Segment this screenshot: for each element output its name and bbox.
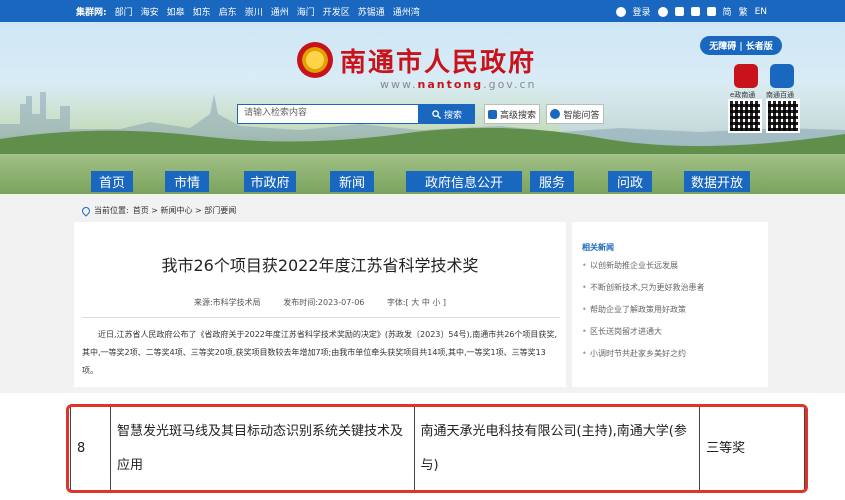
advanced-search-button[interactable]: 高级搜索 [484,104,540,124]
nav-services[interactable]: 服务 [530,171,574,192]
print-icon[interactable] [706,7,716,16]
region-link-haimen[interactable]: 海门 [297,5,315,18]
location-icon [80,204,92,217]
nav-consult[interactable]: 问政 [608,171,652,192]
qr-code-icon [728,99,762,133]
nav-home[interactable]: 首页 [91,171,133,192]
region-link-kaifaqu[interactable]: 开发区 [323,5,350,18]
national-emblem-icon [297,42,333,78]
nav-gov-info[interactable]: 政府信息公开 [406,171,522,192]
search-button[interactable]: 搜索 [419,104,475,124]
highlight-box [66,404,808,493]
award-table-crop: 8 智慧发光斑马线及其目标动态识别系统关键技术及应用 南通天承光电科技有限公司(… [0,393,845,500]
article-date: 发布时间:2023-07-06 [283,298,365,307]
nav-city-info[interactable]: 市情 [165,171,209,192]
nantong-baitong-app-icon[interactable] [770,64,794,88]
article-body: 近日,江苏省人民政府公布了《省政府关于2022年度江苏省科学技术奖励的决定》(苏… [82,330,557,375]
wechat-icon[interactable] [657,6,668,17]
user-tools: 登录 简 繁 EN [615,5,767,18]
accessibility-button[interactable]: 无障碍 | 长者版 [700,36,782,55]
region-link-tongzhou[interactable]: 通州 [271,5,289,18]
site-title[interactable]: 南通市人民政府 [340,42,536,79]
article-panel: 我市26个项目获2022年度江苏省科学技术奖 来源:市科学技术局 发布时间:20… [74,222,566,387]
advanced-search-icon [487,109,497,119]
region-link-dept[interactable]: 部门 [115,5,133,18]
region-link-suxitong[interactable]: 苏锡通 [358,5,385,18]
nav-news[interactable]: 新闻 [330,171,374,192]
article-meta: 来源:市科学技术局 发布时间:2023-07-06 字体:[ 大 中 小 ] [74,297,566,308]
breadcrumb: 当前位置: 首页 > 新闻中心 > 部门要闻 [80,204,237,217]
region-link-rudong[interactable]: 如东 [193,5,211,18]
related-news-item[interactable]: 帮助企业了解政策用好政策 [582,303,760,317]
related-news-item[interactable]: 小调时节共赴家乡美好之约 [582,347,760,361]
lang-simplified[interactable]: 简 [723,5,732,18]
search-input[interactable]: 请输入检索内容 [237,104,419,124]
related-news-item[interactable]: 以创新助推企业长远发展 [582,259,760,273]
top-bar: 集群网: 部门 海安 如皋 如东 启东 崇川 通州 海门 开发区 苏锡通 通州湾… [0,0,845,22]
search-icon [432,109,441,119]
divider [82,317,560,318]
related-news-panel: 相关新闻 以创新助推企业长远发展 不断创新技术,只为更好救治患者 帮助企业了解政… [572,222,768,387]
related-news-list: 以创新助推企业长远发展 不断创新技术,只为更好救治患者 帮助企业了解政策用好政策… [582,259,760,369]
main-nav: 首页 市情 市政府 新闻 政府信息公开 服务 问政 数据开放 [0,171,845,194]
qr-code-icon [766,99,800,133]
robot-icon [550,109,561,119]
mobile-icon[interactable] [674,7,684,16]
e-nantong-app-icon[interactable] [734,64,758,88]
related-news-item[interactable]: 区长送岗留才进通大 [582,325,760,339]
region-link-chongchuan[interactable]: 崇川 [245,5,263,18]
smart-qa-button[interactable]: 智能问答 [546,104,604,124]
article-source: 来源:市科学技术局 [193,298,261,307]
nav-government[interactable]: 市政府 [244,171,296,192]
login-link[interactable]: 登录 [633,5,651,18]
site-url: www.nantong.gov.cn [380,78,537,91]
lang-traditional[interactable]: 繁 [739,5,748,18]
region-link-rugao[interactable]: 如皋 [167,5,185,18]
lang-english[interactable]: EN [755,7,767,17]
region-link-tongzhouwan[interactable]: 通州湾 [393,5,420,18]
article-title: 我市26个项目获2022年度江苏省科学技术奖 [161,256,479,275]
related-news-item[interactable]: 不断创新技术,只为更好救治患者 [582,281,760,295]
font-size-control[interactable]: 字体:[ 大 中 小 ] [387,298,446,307]
breadcrumb-label: 当前位置: [94,206,129,215]
region-link-haian[interactable]: 海安 [141,5,159,18]
portal-label: 集群网: [76,8,107,18]
user-icon [615,6,626,17]
breadcrumb-path[interactable]: 首页 > 新闻中心 > 部门要闻 [133,205,237,216]
nav-open-data[interactable]: 数据开放 [684,171,750,192]
related-news-title: 相关新闻 [582,242,614,252]
region-link-qidong[interactable]: 启东 [219,5,237,18]
header-banner: 南通市人民政府 www.nantong.gov.cn 请输入检索内容 搜索 高级… [0,22,845,194]
region-links: 集群网: 部门 海安 如皋 如东 启东 崇川 通州 海门 开发区 苏锡通 通州湾 [76,5,420,18]
mail-icon[interactable] [690,7,700,16]
